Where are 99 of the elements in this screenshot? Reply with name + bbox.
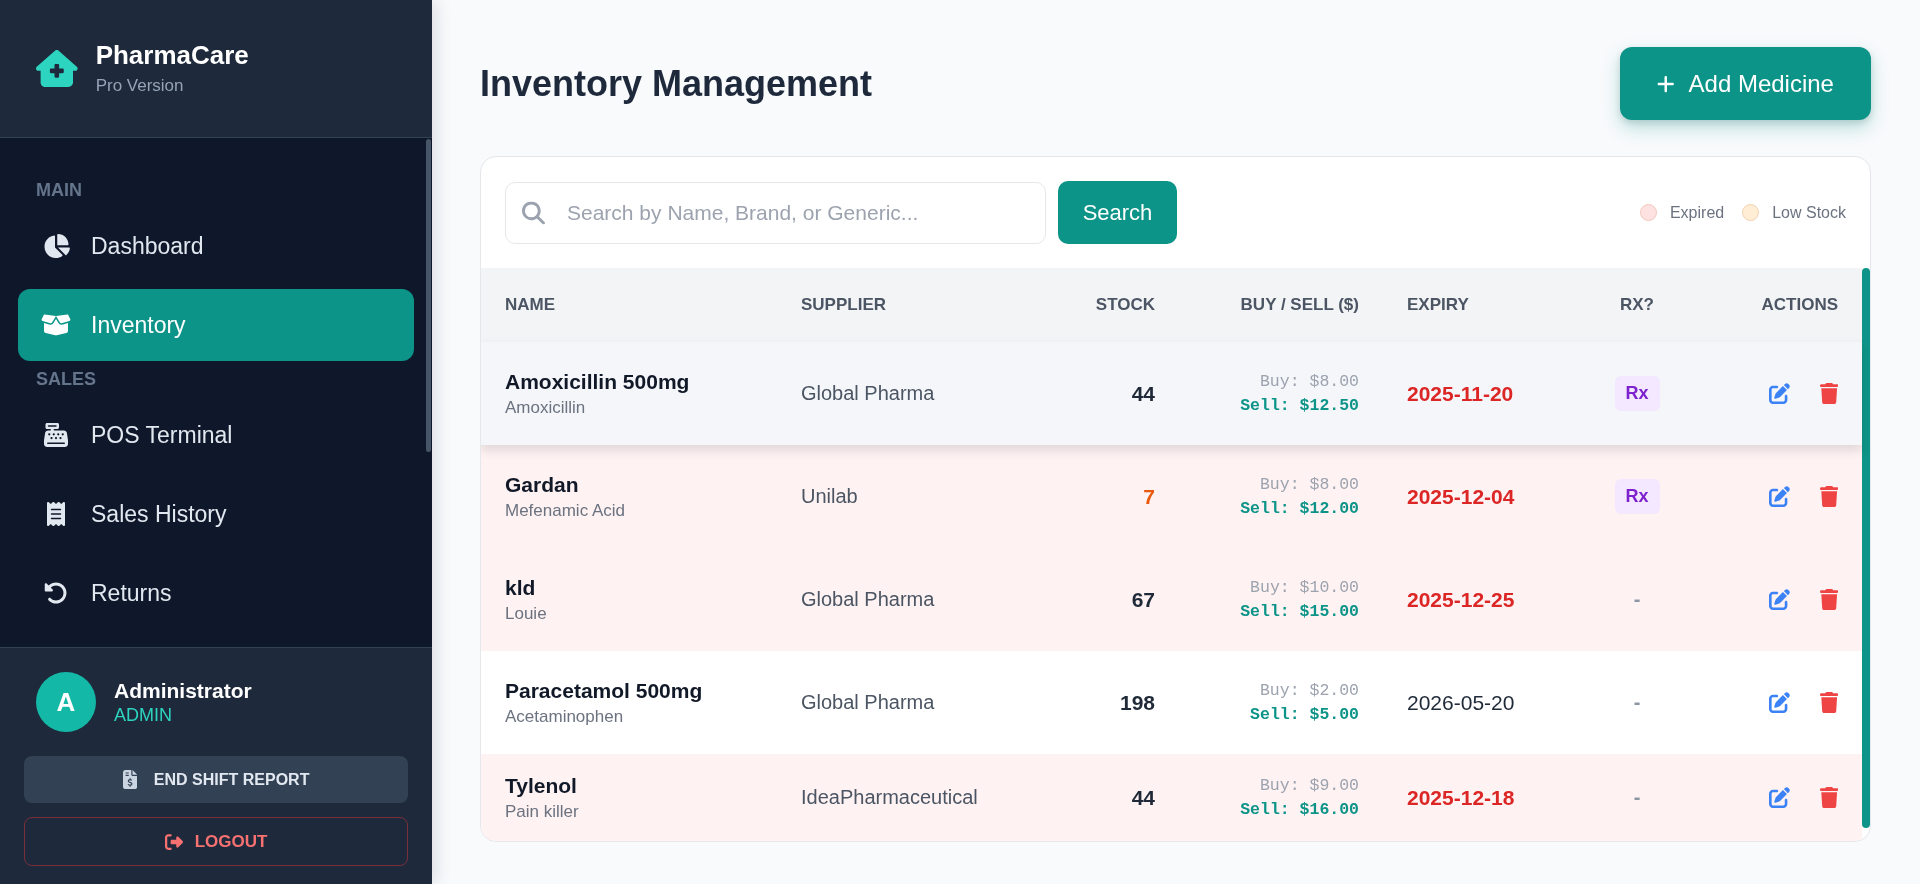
box-icon xyxy=(41,313,71,337)
edit-icon xyxy=(1768,486,1790,507)
user-name: Administrator xyxy=(114,677,252,703)
column-header: RX? xyxy=(1620,295,1654,315)
nav-item[interactable]: POS Terminal xyxy=(18,399,414,471)
buy-price: Buy: $10.00 xyxy=(1250,576,1359,599)
supplier-name: IdeaPharmaceutical xyxy=(801,786,978,809)
rx-dash: - xyxy=(1633,588,1641,611)
edit-button[interactable] xyxy=(1768,589,1790,610)
trash-icon xyxy=(1819,692,1838,713)
stock-count: 67 xyxy=(1131,587,1155,612)
rx-dash: - xyxy=(1633,786,1641,809)
generic-name: Pain killer xyxy=(505,800,579,823)
edit-button[interactable] xyxy=(1768,692,1790,713)
edit-icon xyxy=(1768,589,1790,610)
pie-chart-icon xyxy=(42,234,70,258)
delete-button[interactable] xyxy=(1819,486,1838,507)
nav-item[interactable]: Inventory xyxy=(18,289,414,361)
stock-count: 7 xyxy=(1143,484,1155,509)
user-role: ADMIN xyxy=(114,703,172,727)
edit-icon xyxy=(1768,787,1790,808)
generic-name: Amoxicillin xyxy=(505,396,586,419)
supplier-name: Global Pharma xyxy=(801,588,935,611)
page-title: Inventory Management xyxy=(480,61,873,106)
medicine-name: Amoxicillin 500mg xyxy=(505,368,690,395)
sell-price: Sell: $15.00 xyxy=(1240,600,1359,623)
report-button[interactable]: END SHIFT REPORT xyxy=(24,756,408,803)
delete-button[interactable] xyxy=(1819,787,1838,808)
column-header: STOCK xyxy=(1095,295,1155,315)
sell-price: Sell: $5.00 xyxy=(1250,703,1359,726)
supplier-name: Unilab xyxy=(801,485,858,508)
medicine-name: kld xyxy=(505,574,536,601)
search-icon xyxy=(522,201,545,224)
legend-label: Low Stock xyxy=(1772,203,1846,222)
nav-item[interactable]: Returns xyxy=(18,557,414,629)
plus-icon xyxy=(1657,73,1675,94)
edit-icon xyxy=(1768,383,1790,404)
scrollbar-thumb[interactable] xyxy=(426,139,431,452)
legend-label: Expired xyxy=(1669,203,1725,222)
stock-count: 198 xyxy=(1119,690,1155,715)
nav-item[interactable]: Dashboard xyxy=(18,210,414,282)
cash-register-icon xyxy=(44,423,68,447)
search-button[interactable]: Search xyxy=(1058,181,1177,244)
edit-button[interactable] xyxy=(1768,383,1790,404)
trash-icon xyxy=(1819,486,1838,507)
generic-name: Acetaminophen xyxy=(505,705,624,728)
expiry-date: 2025-12-25 xyxy=(1407,587,1515,612)
expiry-date: 2026-05-20 xyxy=(1407,690,1515,715)
section-label: SALES xyxy=(36,368,96,390)
column-header: ACTIONS xyxy=(1761,295,1838,315)
generic-name: Louie xyxy=(505,602,547,625)
logout-button[interactable]: LOGOUT xyxy=(24,817,408,866)
nav-item[interactable]: Sales History xyxy=(18,478,414,550)
delete-button[interactable] xyxy=(1819,589,1838,610)
expiry-date: 2025-12-18 xyxy=(1407,785,1515,810)
undo-icon xyxy=(44,581,68,605)
receipt-icon xyxy=(47,502,65,526)
sell-price: Sell: $12.50 xyxy=(1240,394,1359,417)
buy-price: Buy: $8.00 xyxy=(1259,370,1359,393)
column-header: EXPIRY xyxy=(1407,295,1469,315)
stock-count: 44 xyxy=(1131,381,1155,406)
rx-badge: Rx xyxy=(1614,479,1660,514)
buy-price: Buy: $8.00 xyxy=(1259,473,1359,496)
trash-icon xyxy=(1819,787,1838,808)
logout-icon xyxy=(164,832,183,851)
section-label: MAIN xyxy=(36,179,82,201)
stock-count: 44 xyxy=(1131,785,1155,810)
rx-badge: Rx xyxy=(1614,376,1660,411)
generic-name: Mefenamic Acid xyxy=(505,499,625,522)
column-header: BUY / SELL ($) xyxy=(1240,295,1359,315)
document-dollar-icon xyxy=(122,770,137,789)
brand-name: PharmaCare xyxy=(95,40,249,70)
buy-price: Buy: $2.00 xyxy=(1259,679,1359,702)
trash-icon xyxy=(1819,589,1838,610)
column-header: NAME xyxy=(505,295,556,315)
expiry-date: 2025-12-04 xyxy=(1407,484,1515,509)
trash-icon xyxy=(1819,383,1838,404)
supplier-name: Global Pharma xyxy=(801,691,935,714)
brand-subtitle: Pro Version xyxy=(95,75,184,97)
column-header: SUPPLIER xyxy=(801,295,887,315)
medicine-name: Tylenol xyxy=(505,772,577,799)
buy-price: Buy: $9.00 xyxy=(1259,774,1359,797)
edit-button[interactable] xyxy=(1768,486,1790,507)
edit-button[interactable] xyxy=(1768,787,1790,808)
supplier-name: Global Pharma xyxy=(801,382,935,405)
delete-button[interactable] xyxy=(1819,383,1838,404)
rx-dash: - xyxy=(1633,691,1641,714)
search-field[interactable]: Search by Name, Brand, or Generic... xyxy=(505,181,1046,244)
sell-price: Sell: $12.00 xyxy=(1240,497,1359,520)
edit-icon xyxy=(1768,692,1790,713)
sell-price: Sell: $16.00 xyxy=(1240,798,1359,821)
add-medicine-button[interactable]: Add Medicine xyxy=(1620,47,1871,120)
medicine-name: Gardan xyxy=(505,471,579,498)
medicine-name: Paracetamol 500mg xyxy=(505,677,703,704)
delete-button[interactable] xyxy=(1819,692,1838,713)
avatar: A xyxy=(36,672,96,732)
expiry-date: 2025-11-20 xyxy=(1407,381,1514,406)
scrollbar-thumb[interactable] xyxy=(1862,268,1870,828)
house-cross-icon xyxy=(36,50,78,87)
